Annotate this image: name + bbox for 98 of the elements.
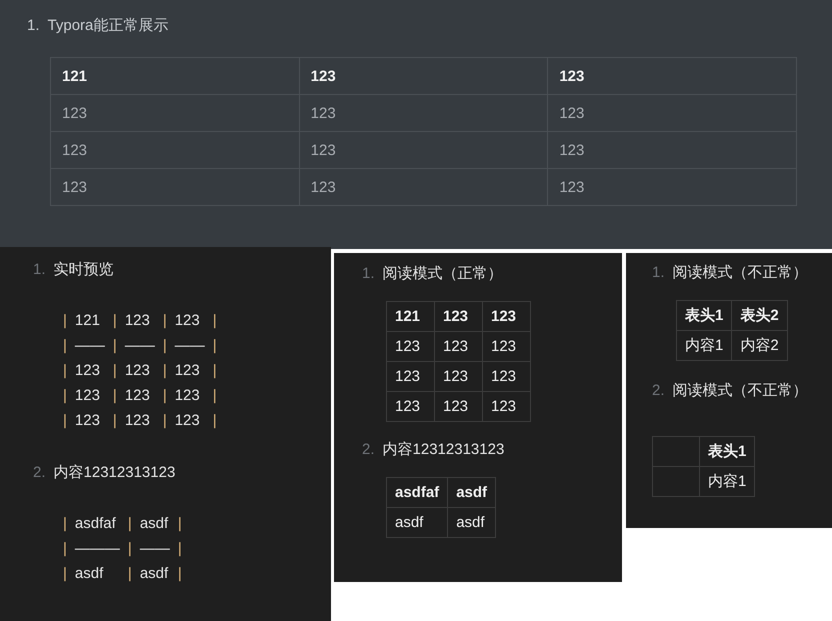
pipe-mark: | — [63, 311, 67, 331]
pipe-mark: | — [63, 361, 67, 381]
pipe-mark: | — [162, 411, 167, 431]
markdown-cell-text: 123 — [174, 411, 201, 431]
table-cell: 123 — [386, 392, 434, 422]
pipe-mark: | — [162, 386, 167, 406]
pipe-mark: | — [112, 411, 117, 431]
table-header-cell: 123 — [434, 302, 482, 332]
table-header-cell: 123 — [548, 58, 796, 94]
markdown-cell-text: 123 — [174, 311, 201, 331]
markdown-cell-text: 123 — [124, 386, 151, 406]
table-cell: 123 — [434, 362, 482, 392]
list-item-title: 内容12312313123 — [54, 463, 176, 483]
markdown-cell-text: 123 — [74, 361, 101, 381]
table-cell: 内容2 — [732, 330, 788, 360]
pipe-mark: | — [63, 539, 67, 559]
markdown-cell-text: 123 — [174, 361, 201, 381]
pipe-mark: | — [63, 336, 67, 356]
markdown-cell-text: asdfaf — [74, 514, 117, 534]
pipe-mark: | — [212, 411, 217, 431]
markdown-cell-text: 123 — [74, 411, 101, 431]
markdown-cell-text: asdf — [140, 514, 170, 534]
list-number: 1. — [33, 260, 46, 280]
pipe-mark: | — [212, 311, 217, 331]
list-number: 2. — [362, 440, 375, 460]
table-cell: 123 — [299, 132, 548, 168]
pipe-mark: | — [162, 361, 167, 381]
pipe-mark: | — [63, 564, 67, 584]
pipe-mark: | — [162, 336, 167, 356]
pipe-mark: | — [212, 386, 217, 406]
pipe-mark: | — [162, 311, 167, 331]
markdown-cell-text: 121 — [74, 311, 101, 331]
table-cell: 123 — [386, 332, 434, 362]
table-header-cell: 123 — [299, 58, 548, 94]
list-number: 2. — [652, 381, 665, 401]
markdown-cell-text: 123 — [124, 411, 151, 431]
list-item-title: 实时预览 — [54, 260, 114, 280]
list-item-title: 阅读模式（正常） — [382, 264, 503, 284]
table-cell: 123 — [548, 94, 796, 132]
list-item-title: 阅读模式（不正常） — [672, 381, 808, 401]
table-cell: 123 — [482, 392, 530, 422]
pipe-mark: | — [63, 514, 67, 534]
list-number: 1. — [652, 263, 665, 283]
table-cell: 123 — [50, 132, 300, 168]
table-cell: asdf — [386, 508, 448, 538]
markdown-cell-text: asdf — [74, 564, 104, 584]
table-cell: 123 — [299, 94, 548, 132]
table-cell: 123 — [434, 392, 482, 422]
table-cell: 123 — [482, 362, 530, 392]
table-header-cell: 表头1 — [700, 436, 755, 466]
markdown-cell-text: —— — [74, 336, 105, 356]
pipe-mark: | — [63, 386, 67, 406]
markdown-cell-text: 123 — [174, 386, 201, 406]
pipe-mark: | — [212, 361, 217, 381]
table-cell: 123 — [548, 168, 796, 206]
list-number: 2. — [33, 463, 46, 483]
pipe-mark: | — [63, 411, 67, 431]
pipe-mark: | — [112, 386, 117, 406]
list-item-title: 阅读模式（不正常） — [672, 263, 808, 283]
list-number: 1. — [362, 264, 375, 284]
table-header-cell: 121 — [50, 58, 300, 94]
list-item-title: 内容12312313123 — [382, 440, 504, 460]
markdown-cell-text: —— — [174, 336, 205, 356]
markdown-cell-text: asdf — [140, 564, 170, 584]
table-header-cell: asdf — [448, 478, 496, 508]
pipe-mark: | — [178, 539, 182, 559]
table-header-cell: 表头2 — [732, 300, 788, 330]
pipe-mark: | — [112, 336, 117, 356]
table-cell: 内容1 — [700, 466, 755, 496]
pipe-mark: | — [128, 564, 132, 584]
pipe-mark: | — [178, 564, 182, 584]
table-header-cell: 123 — [482, 302, 530, 332]
markdown-cell-text: —— — [124, 336, 155, 356]
table-cell: 123 — [299, 168, 548, 206]
list-number: 1. — [27, 16, 40, 36]
pipe-mark: | — [178, 514, 182, 534]
pipe-mark: | — [112, 311, 117, 331]
markdown-cell-text: —— — [140, 539, 170, 559]
table-cell: 123 — [386, 362, 434, 392]
list-item-title: Typora能正常展示 — [48, 16, 168, 36]
table-header-cell: asdfaf — [386, 478, 448, 508]
table-cell: 123 — [482, 332, 530, 362]
table-cell: 123 — [434, 332, 482, 362]
table-cell: 123 — [50, 94, 300, 132]
markdown-cell-text: 123 — [124, 361, 151, 381]
table-cell: 123 — [50, 168, 300, 206]
markdown-cell-text: 123 — [74, 386, 101, 406]
table-header-cell: 表头1 — [676, 300, 732, 330]
markdown-cell-text: 123 — [124, 311, 151, 331]
pipe-mark: | — [128, 539, 132, 559]
table-header-cell: 121 — [386, 302, 434, 332]
pipe-mark: | — [112, 361, 117, 381]
pipe-mark: | — [212, 336, 217, 356]
pipe-mark: | — [128, 514, 132, 534]
table-cell: 内容1 — [676, 330, 732, 360]
table-cell: 123 — [548, 132, 796, 168]
markdown-cell-text: ——— — [74, 539, 120, 559]
table-cell: asdf — [448, 508, 496, 538]
